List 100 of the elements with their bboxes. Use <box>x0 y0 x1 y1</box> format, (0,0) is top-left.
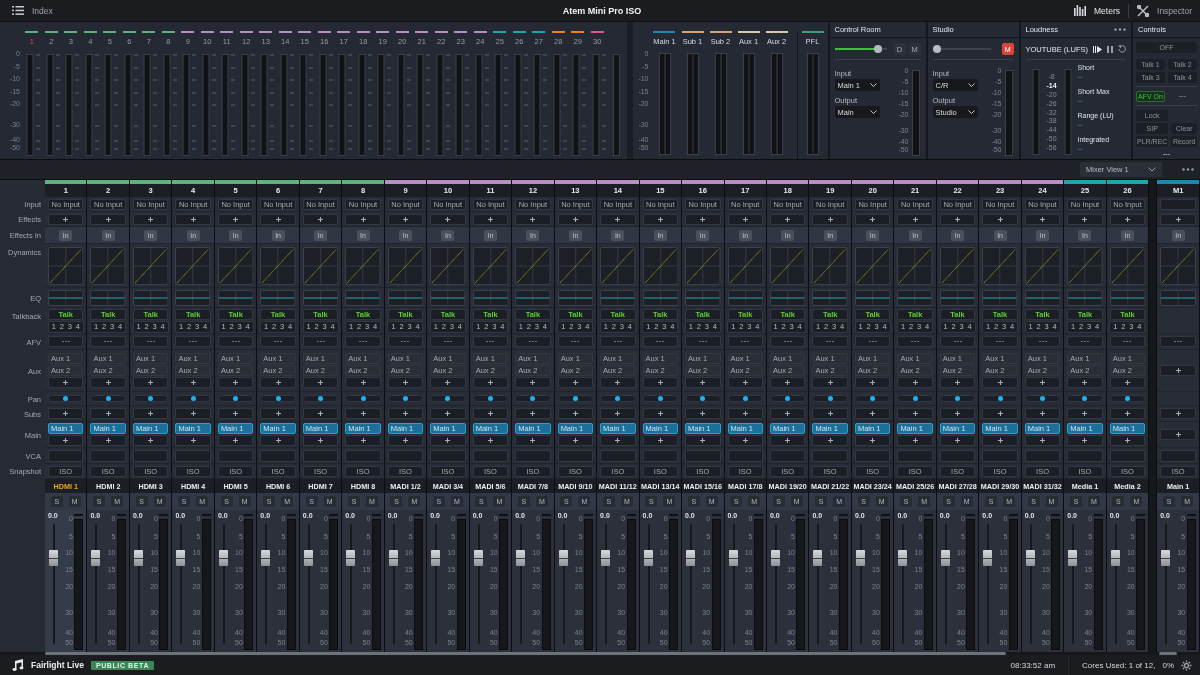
input-selector[interactable] <box>1160 198 1197 210</box>
pan-control[interactable] <box>217 395 254 402</box>
add-effect-button[interactable] <box>1067 213 1103 225</box>
add-main-button[interactable] <box>897 435 933 446</box>
pan-control[interactable] <box>260 395 296 402</box>
fader-handle[interactable] <box>261 550 271 566</box>
pan-control[interactable] <box>472 395 509 402</box>
fader-handle[interactable] <box>983 550 993 566</box>
add-main-button[interactable] <box>557 435 594 446</box>
pan-control[interactable] <box>132 395 169 402</box>
add-aux-button[interactable] <box>260 377 296 388</box>
add-effect-button[interactable] <box>430 213 466 225</box>
more-icon[interactable] <box>1182 168 1194 171</box>
add-sub-button[interactable] <box>302 408 339 419</box>
pan-control[interactable] <box>600 395 636 402</box>
add-aux-button[interactable] <box>685 377 721 388</box>
pan-control[interactable] <box>430 395 466 402</box>
add-sub-button[interactable] <box>897 408 933 419</box>
add-sub-button[interactable] <box>217 408 254 419</box>
pan-control[interactable] <box>345 395 381 402</box>
fader-handle[interactable] <box>813 550 823 566</box>
add-aux-button[interactable] <box>430 377 466 388</box>
fader-handle[interactable] <box>940 550 950 566</box>
add-effect-button[interactable] <box>897 213 933 225</box>
fader-handle[interactable] <box>176 550 186 566</box>
add-sub-button[interactable] <box>1067 408 1103 419</box>
add-sub-button[interactable] <box>685 408 721 419</box>
add-sub-button[interactable] <box>387 408 424 419</box>
add-effect-button[interactable] <box>175 213 211 225</box>
scrollbar-thumb[interactable] <box>1159 652 1177 655</box>
pan-control[interactable] <box>90 395 126 402</box>
fader-handle[interactable] <box>770 550 780 566</box>
add-aux-button[interactable] <box>939 377 976 388</box>
pan-control[interactable] <box>727 395 763 402</box>
add-aux-button[interactable] <box>132 377 169 388</box>
add-main-button[interactable] <box>132 435 169 446</box>
add-effect-button[interactable] <box>515 213 551 225</box>
add-sub-button[interactable] <box>854 408 891 419</box>
add-main-button[interactable] <box>1024 435 1061 446</box>
add-main-button[interactable] <box>982 435 1018 446</box>
add-sub-button[interactable] <box>727 408 763 419</box>
add-main-button[interactable] <box>472 435 509 446</box>
add-effect-button[interactable] <box>812 213 848 225</box>
add-aux-button[interactable] <box>1160 365 1197 376</box>
fader-handle[interactable] <box>643 550 653 566</box>
add-sub-button[interactable] <box>48 408 84 419</box>
fader-handle[interactable] <box>388 550 398 566</box>
add-main-button[interactable] <box>939 435 976 446</box>
fader-handle[interactable] <box>601 550 611 566</box>
pan-control[interactable] <box>939 395 976 402</box>
add-sub-button[interactable] <box>515 408 551 419</box>
pan-control[interactable] <box>769 395 806 402</box>
pan-control[interactable] <box>642 395 679 402</box>
add-aux-button[interactable] <box>472 377 509 388</box>
fader-handle[interactable] <box>855 550 865 566</box>
add-aux-button[interactable] <box>515 377 551 388</box>
add-sub-button[interactable] <box>769 408 806 419</box>
scrollbar-thumb[interactable] <box>45 652 1007 655</box>
add-main-button[interactable] <box>727 435 763 446</box>
add-sub-button[interactable] <box>600 408 636 419</box>
studio-level-slider[interactable] <box>932 45 991 53</box>
inspector-button[interactable]: Inspector <box>1137 4 1192 17</box>
add-aux-button[interactable] <box>302 377 339 388</box>
add-sub-button[interactable] <box>982 408 1018 419</box>
add-sub-button[interactable] <box>430 408 466 419</box>
fader-handle[interactable] <box>1025 550 1035 566</box>
pan-control[interactable] <box>302 395 339 402</box>
pan-control[interactable] <box>854 395 891 402</box>
meters-button[interactable]: Meters <box>1074 5 1120 16</box>
add-main-button[interactable] <box>854 435 891 446</box>
pan-control[interactable] <box>557 395 594 402</box>
add-effect-button[interactable] <box>90 213 126 225</box>
fader-handle[interactable] <box>1161 550 1171 566</box>
add-sub-button[interactable] <box>939 408 976 419</box>
add-main-button[interactable] <box>430 435 466 446</box>
more-icon[interactable] <box>1114 28 1126 31</box>
pan-control[interactable] <box>1109 395 1146 402</box>
add-sub-button[interactable] <box>1109 408 1146 419</box>
fader-handle[interactable] <box>303 550 313 566</box>
add-aux-button[interactable] <box>345 377 381 388</box>
add-sub-button[interactable] <box>132 408 169 419</box>
pan-control[interactable] <box>982 395 1018 402</box>
add-aux-button[interactable] <box>642 377 679 388</box>
add-sub-button[interactable] <box>557 408 594 419</box>
add-aux-button[interactable] <box>769 377 806 388</box>
pan-control[interactable] <box>515 395 551 402</box>
fader-handle[interactable] <box>218 550 228 566</box>
pause-icon[interactable] <box>1107 45 1113 53</box>
add-effect-button[interactable] <box>260 213 296 225</box>
pan-control[interactable] <box>48 395 84 402</box>
add-sub-button[interactable] <box>642 408 679 419</box>
add-main-button[interactable] <box>1067 435 1103 446</box>
add-main-button[interactable] <box>685 435 721 446</box>
add-aux-button[interactable] <box>90 377 126 388</box>
add-effect-button[interactable] <box>982 213 1018 225</box>
add-aux-button[interactable] <box>600 377 636 388</box>
add-sub-button[interactable] <box>345 408 381 419</box>
add-effect-button[interactable] <box>345 213 381 225</box>
pan-control[interactable] <box>1067 395 1103 402</box>
add-main-button[interactable] <box>175 435 211 446</box>
